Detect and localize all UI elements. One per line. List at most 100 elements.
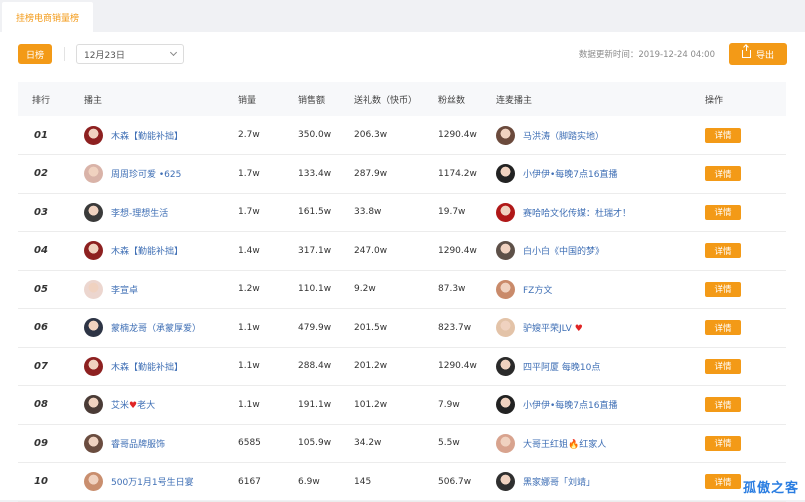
linked-anchor-name[interactable]: 马洪涛（脚踏实地） — [523, 129, 604, 142]
anchor-name[interactable]: 500万1月1号生日宴 — [111, 475, 194, 488]
detail-button[interactable]: 详情 — [705, 243, 741, 259]
flame-icon: 🔥 — [568, 439, 580, 450]
fans-value: 1290.4w — [438, 130, 477, 140]
col-rank: 排行 — [32, 95, 51, 106]
avatar[interactable] — [84, 356, 103, 376]
anchor-cell: 李想-理想生活 — [84, 202, 238, 222]
rank-number: 07 — [34, 360, 48, 372]
avatar[interactable] — [496, 356, 515, 376]
detail-button[interactable]: 详情 — [705, 166, 741, 182]
sales-value: 1.1w — [238, 361, 260, 372]
anchor-name[interactable]: 李想-理想生活 — [111, 206, 168, 219]
avatar[interactable] — [84, 241, 103, 261]
fans-value: 19.7w — [438, 207, 466, 218]
detail-button[interactable]: 详情 — [705, 127, 741, 143]
gifts-value: 247.0w — [354, 245, 388, 256]
sales-value: 1.4w — [238, 245, 260, 256]
rank-number: 08 — [34, 399, 48, 411]
gifts-value: 201.2w — [354, 361, 388, 372]
linked-anchor-name[interactable]: 驴嫂平荣JLV ♥ — [523, 321, 583, 334]
tab-bar: 挂榜电商销量榜 — [0, 0, 805, 32]
detail-button[interactable]: 详情 — [705, 320, 741, 336]
sales-value: 1.7w — [238, 168, 260, 179]
avatar[interactable] — [496, 241, 515, 261]
avatar[interactable] — [84, 433, 103, 453]
detail-button[interactable]: 详情 — [705, 435, 741, 451]
anchor-cell: 李宣卓 — [84, 279, 238, 299]
sales-value: 2.7w — [238, 130, 260, 140]
anchor-name[interactable]: 周周珍可爱 •625 — [111, 167, 181, 180]
detail-button[interactable]: 详情 — [705, 204, 741, 220]
linked-anchor-name[interactable]: 小伊伊•每晚7点16直播 — [523, 398, 618, 411]
avatar[interactable] — [496, 318, 515, 338]
linked-cell: 驴嫂平荣JLV ♥ — [496, 318, 696, 338]
fans-value: 1290.4w — [438, 245, 477, 256]
tab-ranking[interactable]: 挂榜电商销量榜 — [2, 2, 94, 32]
anchor-cell: 木森【勤能补拙】 — [84, 241, 238, 261]
avatar[interactable] — [496, 395, 515, 415]
linked-cell: FZ方文 — [496, 279, 696, 299]
avatar[interactable] — [84, 395, 103, 415]
sales-value: 6167 — [238, 476, 261, 487]
avatar[interactable] — [84, 472, 103, 492]
detail-button[interactable]: 详情 — [705, 358, 741, 374]
anchor-cell: 木森【勤能补拙】 — [84, 125, 238, 145]
linked-anchor-name[interactable]: 白小白《中国的梦》 — [523, 244, 604, 257]
rank-number: 02 — [34, 168, 48, 180]
avatar[interactable] — [496, 164, 515, 184]
table-row: 07 木森【勤能补拙】 1.1w 288.4w 201.2w 1290.4w 四平阿厦 每晚… — [18, 347, 786, 386]
ranking-panel: 日榜 12月23日 数据更新时间：2019-12-24 04:00 导出 排行 … — [0, 32, 805, 501]
table-row: 09 睿哥品牌服饰 6585 105.9w 34.2w 5.5w 大哥王红姐🔥红家人 详情 — [18, 424, 786, 463]
gifts-value: 145 — [354, 476, 372, 487]
linked-cell: 大哥王红姐🔥红家人 — [496, 433, 696, 453]
anchor-name[interactable]: 木森【勤能补拙】 — [111, 360, 183, 373]
linked-anchor-name[interactable]: 黑家娜哥「刘靖」 — [523, 475, 595, 488]
export-button[interactable]: 导出 — [729, 43, 787, 65]
linked-anchor-name[interactable]: 四平阿厦 每晚10点 — [523, 360, 600, 373]
date-select[interactable]: 12月23日 — [76, 44, 184, 64]
revenue-value: 288.4w — [298, 361, 332, 372]
anchor-name[interactable]: 艾米♥老大 — [111, 398, 155, 411]
linked-anchor-name[interactable]: 赛哈哈文化传媒：杜瑞才！ — [523, 206, 631, 219]
avatar[interactable] — [496, 125, 515, 145]
avatar[interactable] — [496, 279, 515, 299]
table-row: 01 木森【勤能补拙】 2.7w 350.0w 206.3w 1290.4w 马洪涛（脚踏实… — [18, 116, 786, 155]
avatar[interactable] — [84, 279, 103, 299]
upload-icon — [741, 45, 751, 58]
linked-anchor-name[interactable]: 小伊伊•每晚7点16直播 — [523, 167, 618, 180]
gifts-value: 206.3w — [354, 130, 388, 140]
export-label: 导出 — [755, 50, 774, 61]
rank-number: 04 — [34, 245, 48, 257]
anchor-name[interactable]: 蒙楠龙哥（承蒙厚爱） — [111, 321, 201, 334]
anchor-name[interactable]: 李宣卓 — [111, 283, 138, 296]
revenue-value: 317.1w — [298, 245, 332, 256]
detail-button[interactable]: 详情 — [705, 474, 741, 490]
avatar[interactable] — [84, 318, 103, 338]
avatar[interactable] — [496, 472, 515, 492]
revenue-value: 110.1w — [298, 284, 332, 295]
revenue-value: 161.5w — [298, 207, 332, 218]
col-ops: 操作 — [705, 95, 724, 106]
avatar[interactable] — [496, 202, 515, 222]
avatar[interactable] — [84, 125, 103, 145]
gifts-value: 287.9w — [354, 168, 388, 179]
rank-number: 09 — [34, 437, 48, 449]
linked-anchor-name[interactable]: 大哥王红姐🔥红家人 — [523, 437, 606, 450]
anchor-cell: 木森【勤能补拙】 — [84, 356, 238, 376]
anchor-name[interactable]: 木森【勤能补拙】 — [111, 129, 183, 142]
detail-button[interactable]: 详情 — [705, 397, 741, 413]
heart-icon: ♥ — [129, 401, 138, 412]
revenue-value: 133.4w — [298, 168, 332, 179]
linked-cell: 四平阿厦 每晚10点 — [496, 356, 696, 376]
avatar[interactable] — [84, 164, 103, 184]
linked-anchor-name[interactable]: FZ方文 — [523, 283, 552, 296]
anchor-name[interactable]: 木森【勤能补拙】 — [111, 244, 183, 257]
avatar[interactable] — [496, 433, 515, 453]
fans-value: 823.7w — [438, 322, 472, 333]
anchor-name[interactable]: 睿哥品牌服饰 — [111, 437, 165, 450]
detail-button[interactable]: 详情 — [705, 281, 741, 297]
sales-value: 1.7w — [238, 207, 260, 218]
anchor-cell: 蒙楠龙哥（承蒙厚爱） — [84, 318, 238, 338]
avatar[interactable] — [84, 202, 103, 222]
daily-button[interactable]: 日榜 — [18, 44, 52, 64]
